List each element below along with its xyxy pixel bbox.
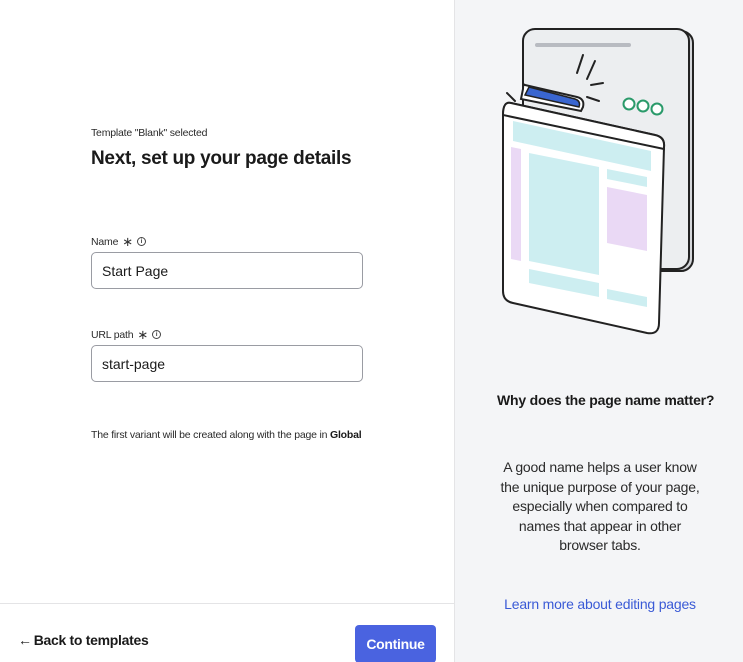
name-label-row: Name ∗ i bbox=[91, 235, 363, 248]
required-icon: ∗ bbox=[122, 234, 133, 249]
form-header: Template "Blank" selected Next, set up y… bbox=[91, 127, 363, 170]
url-path-input[interactable] bbox=[91, 345, 363, 382]
url-label: URL path bbox=[91, 328, 134, 341]
back-to-templates-link[interactable]: ← Back to templates bbox=[18, 632, 149, 648]
template-selected-text: Template "Blank" selected bbox=[91, 127, 208, 139]
form-panel: Template "Blank" selected Next, set up y… bbox=[0, 0, 455, 662]
why-heading: Why does the page name matter? bbox=[497, 392, 715, 408]
browser-window-illustration bbox=[501, 28, 694, 335]
back-label: Back to templates bbox=[33, 632, 149, 648]
variant-note-text: The first variant will be created along … bbox=[91, 429, 330, 441]
name-field-group: Name ∗ i bbox=[91, 235, 363, 289]
page-title: Next, set up your page details bbox=[91, 148, 352, 169]
learn-more-link[interactable]: Learn more about editing pages bbox=[495, 596, 705, 612]
required-icon: ∗ bbox=[137, 327, 149, 342]
why-description: A good name helps a user know the unique… bbox=[500, 459, 700, 553]
url-field-group: URL path ∗ i bbox=[91, 328, 363, 382]
continue-button[interactable]: Continue bbox=[355, 625, 436, 662]
name-label: Name bbox=[91, 235, 119, 248]
footer-bar: ← Back to templates Continue bbox=[0, 603, 455, 662]
variant-note: The first variant will be created along … bbox=[91, 429, 362, 441]
locale-name: Global bbox=[330, 429, 362, 441]
arrow-left-icon: ← bbox=[18, 632, 32, 648]
name-input[interactable] bbox=[91, 252, 363, 289]
info-icon[interactable]: i bbox=[152, 330, 162, 339]
info-icon[interactable]: i bbox=[136, 237, 146, 246]
url-label-row: URL path ∗ i bbox=[91, 328, 363, 341]
